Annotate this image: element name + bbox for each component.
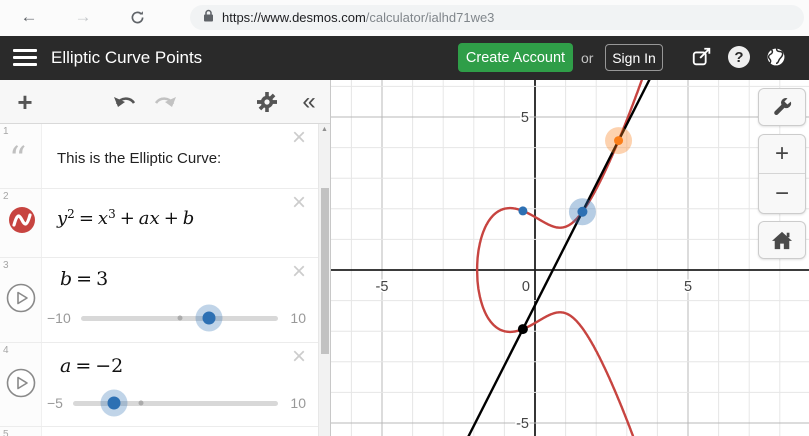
expression-item-slider-a[interactable]: 4 a=−2 × −5 10 [0,343,318,427]
slider-max-label[interactable]: 10 [290,395,306,411]
back-icon[interactable]: ← [16,4,42,30]
svg-text:5: 5 [684,279,692,295]
desmos-app: ← → https://www.desmos.com/calculator/ia… [0,0,809,436]
add-expression-icon[interactable]: + [10,87,40,117]
scroll-up-arrow[interactable]: ▲ [321,126,328,133]
slider-b: −10 10 [0,308,318,328]
collapse-panel-icon[interactable]: « [294,87,324,117]
quote-icon: “ [9,142,26,176]
panel-scrollbar[interactable]: ▲ [318,124,330,436]
svg-text:5: 5 [521,110,529,126]
graph-title: Elliptic Curve Points [51,48,202,68]
desmos-header: Elliptic Curve Points Create Account or … [0,36,809,80]
share-icon[interactable] [690,45,714,69]
lock-icon [203,9,214,27]
expression-panel: + « 1 “ This is the Elliptic Curve: [0,80,331,436]
default-view-home-button[interactable] [758,221,806,259]
slider-zero-tick [177,316,182,321]
slider-b-equation: b=3 [60,268,108,290]
slider-max-label[interactable]: 10 [290,310,306,326]
graph-canvas[interactable]: -5 0 5 5 -5 [331,80,809,436]
graph-settings-wrench-button[interactable] [758,88,806,126]
delete-expression-icon[interactable]: × [292,345,306,369]
url-text: https://www.desmos.com/calculator/ialhd7… [222,10,494,25]
delete-expression-icon[interactable]: × [292,191,306,215]
svg-text:0: 0 [522,279,530,295]
url-bar[interactable]: https://www.desmos.com/calculator/ialhd7… [190,5,804,30]
curve-equation: y2=x3+ax+b [57,207,194,229]
slider-track[interactable] [73,401,278,406]
expression-item-slider-b[interactable]: 3 b=3 × −10 10 [0,258,318,343]
menu-icon[interactable] [13,49,37,67]
note-text: This is the Elliptic Curve: [57,150,221,167]
graph-paper[interactable]: -5 0 5 5 -5 + − [331,80,809,436]
curve-style-icon[interactable] [8,206,36,239]
zoom-controls: + − [758,134,806,214]
expression-item-curve[interactable]: 2 y2=x3+ax+b × [0,189,318,258]
zoom-out-button[interactable]: − [759,174,805,213]
svg-text:-5: -5 [516,416,529,432]
expression-toolbar: + « [0,80,330,124]
language-globe-icon[interactable] [764,45,788,69]
slider-handle[interactable] [203,312,216,325]
browser-toolbar: ← → https://www.desmos.com/calculator/ia… [0,0,809,36]
svg-text:-5: -5 [376,279,389,295]
slider-a: −5 10 [0,393,318,413]
slider-track[interactable] [81,316,279,321]
settings-gear-icon[interactable] [252,87,282,117]
help-icon[interactable]: ? [727,45,751,69]
forward-icon[interactable]: → [70,4,96,30]
delete-expression-icon[interactable]: × [292,126,306,150]
undo-icon[interactable] [111,87,141,117]
slider-a-equation: a=−2 [60,355,123,377]
delete-expression-icon[interactable]: × [292,260,306,284]
redo-icon[interactable] [149,87,179,117]
slider-min-label[interactable]: −5 [47,395,63,411]
sign-in-button[interactable]: Sign In [605,44,663,71]
slider-handle[interactable] [108,397,121,410]
expression-item-note[interactable]: 1 “ This is the Elliptic Curve: × [0,124,318,189]
slider-min-label[interactable]: −10 [47,310,71,326]
scrollbar-thumb[interactable] [321,188,329,354]
zoom-in-button[interactable]: + [759,135,805,174]
expression-item-partial[interactable]: 5 [0,427,318,436]
slider-zero-tick [139,401,144,406]
reload-icon[interactable] [124,4,150,30]
expression-list: 1 “ This is the Elliptic Curve: × 2 y2=x… [0,124,318,436]
or-label: or [581,50,593,66]
create-account-button[interactable]: Create Account [458,43,573,72]
